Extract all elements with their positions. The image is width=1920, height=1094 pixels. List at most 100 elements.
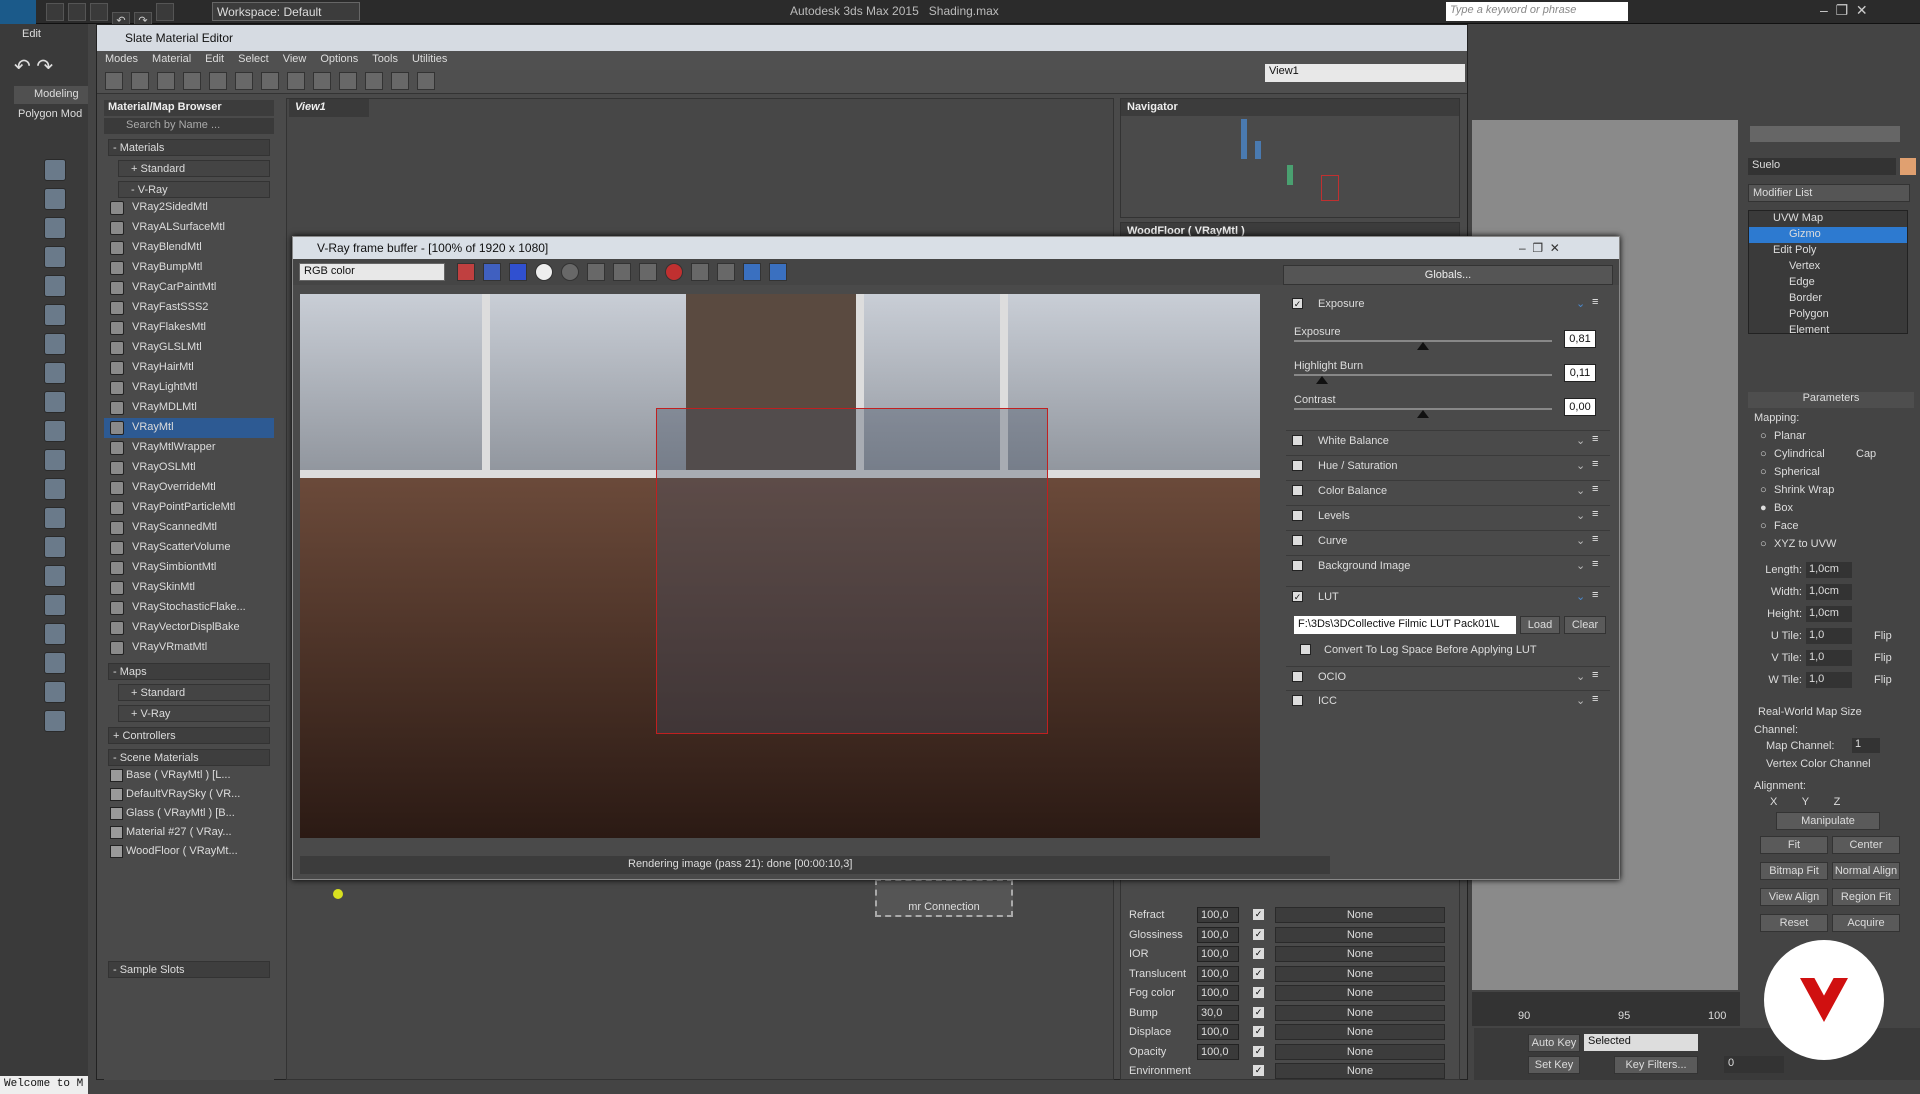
axis-z[interactable]: Z xyxy=(1834,796,1841,808)
command-tabs[interactable] xyxy=(1750,126,1900,142)
exposure-row[interactable]: ✓ Exposure ⌄ ≡ xyxy=(1286,294,1610,316)
maps-standard-group[interactable]: + Standard xyxy=(118,684,270,701)
camera-icon[interactable] xyxy=(44,333,66,355)
lut-clear-button[interactable]: Clear xyxy=(1564,616,1606,634)
icc-checkbox[interactable] xyxy=(1292,695,1303,706)
param-checkbox[interactable]: ✓ xyxy=(1253,1045,1264,1057)
cap-label[interactable]: Cap xyxy=(1856,448,1876,460)
highlight-burn-slider[interactable] xyxy=(1294,374,1552,376)
correction-checkbox[interactable] xyxy=(1292,535,1303,546)
menu-icon[interactable]: ≡ xyxy=(1592,558,1598,570)
teapot-icon[interactable] xyxy=(44,159,66,181)
material-list-item[interactable]: VRayMtlWrapper xyxy=(104,438,274,458)
project-icon[interactable] xyxy=(156,3,174,21)
maps-vray-group[interactable]: + V-Ray xyxy=(118,705,270,722)
material-list-item[interactable]: VRayBlendMtl xyxy=(104,238,274,258)
map-slot-button[interactable]: None xyxy=(1275,946,1445,962)
mapping-radio[interactable]: ○ Cylindrical xyxy=(1760,448,1910,466)
scene-material-item[interactable]: Material #27 ( VRay... xyxy=(104,823,274,842)
expand-icon[interactable]: ⌄ xyxy=(1576,670,1585,683)
undo-big-icon[interactable]: ↶ ↷ xyxy=(14,54,53,79)
maps-group[interactable]: - Maps xyxy=(108,663,270,680)
expand-icon[interactable]: ⌄ xyxy=(1576,484,1585,497)
rendered-image[interactable] xyxy=(300,294,1260,838)
param-value[interactable]: 100,0 xyxy=(1197,946,1239,962)
material-list-item[interactable]: VRayLightMtl xyxy=(104,378,274,398)
dimension-input[interactable]: 1,0cm xyxy=(1806,562,1852,578)
lut-row[interactable]: ✓ LUT ⌄ ≡ xyxy=(1286,586,1610,608)
menu-icon[interactable]: ≡ xyxy=(1592,296,1598,308)
align-button[interactable]: Region Fit xyxy=(1832,888,1900,906)
dimension-input[interactable]: 1,0 xyxy=(1806,628,1852,644)
map-channel-radio[interactable]: Map Channel: xyxy=(1766,740,1835,752)
align-button[interactable]: Center xyxy=(1832,836,1900,854)
realworld-checkbox[interactable]: Real-World Map Size xyxy=(1758,706,1862,718)
stop-render-icon[interactable] xyxy=(665,263,683,281)
set-key-button[interactable]: Set Key xyxy=(1528,1056,1580,1074)
expand-icon[interactable]: ⌄ xyxy=(1576,534,1585,547)
vertex-color-radio[interactable]: Vertex Color Channel xyxy=(1766,758,1871,770)
menu-modes[interactable]: Modes xyxy=(105,53,138,65)
mr-connection-node[interactable]: mr Connection xyxy=(875,879,1013,917)
scene-material-item[interactable]: Base ( VRayMtl ) [L... xyxy=(104,766,274,785)
param-checkbox[interactable]: ✓ xyxy=(1253,1006,1264,1018)
menu-icon[interactable]: ≡ xyxy=(1592,483,1598,495)
node-socket[interactable] xyxy=(333,889,343,899)
save-icon[interactable] xyxy=(90,3,108,21)
red-channel-icon[interactable] xyxy=(457,263,475,281)
icc-row[interactable]: ICC ⌄ ≡ xyxy=(1286,690,1610,712)
correction-checkbox[interactable] xyxy=(1292,460,1303,471)
map-slot-button[interactable]: None xyxy=(1275,1024,1445,1040)
axis-x[interactable]: X xyxy=(1770,796,1777,808)
material-list-item[interactable]: VRayStochasticFlake... xyxy=(104,598,274,618)
particle-icon[interactable] xyxy=(44,565,66,587)
sample-slots-group[interactable]: - Sample Slots xyxy=(108,961,270,978)
edit-label[interactable]: Edit xyxy=(22,28,41,40)
vray-group[interactable]: - V-Ray xyxy=(118,181,270,198)
helper-icon[interactable] xyxy=(44,304,66,326)
param-checkbox[interactable]: ✓ xyxy=(1253,948,1264,959)
parameters-rollout[interactable]: Parameters xyxy=(1748,392,1914,408)
scene-material-item[interactable]: DefaultVRaySky ( VR... xyxy=(104,785,274,804)
view1-tab[interactable]: View1 xyxy=(289,99,369,117)
param-checkbox[interactable]: ✓ xyxy=(1253,987,1264,998)
load-image-icon[interactable] xyxy=(613,263,631,281)
param-value[interactable]: 100,0 xyxy=(1197,907,1239,923)
scene-material-item[interactable]: WoodFloor ( VRayMt... xyxy=(104,842,274,861)
render-icon[interactable] xyxy=(743,263,761,281)
modifier-stack-item[interactable]: Vertex xyxy=(1749,259,1907,275)
align-button[interactable]: Reset xyxy=(1760,914,1828,932)
save-image-icon[interactable] xyxy=(587,263,605,281)
menu-icon[interactable]: ≡ xyxy=(1592,433,1598,445)
vfb-window-controls[interactable]: – ❐ ✕ xyxy=(1519,241,1560,255)
log-space-checkbox[interactable] xyxy=(1300,644,1311,655)
channel-dropdown[interactable]: RGB color xyxy=(299,263,445,281)
collapse-icon[interactable]: ⌄ xyxy=(1576,297,1585,310)
material-list-item[interactable]: VRay2SidedMtl xyxy=(104,198,274,218)
material-list-item[interactable]: VRayCarPaintMtl xyxy=(104,278,274,298)
max-logo-icon[interactable] xyxy=(0,0,36,24)
highlight-burn-value[interactable]: 0,11 xyxy=(1564,364,1596,382)
materials-group[interactable]: - Materials xyxy=(108,139,270,156)
param-value[interactable]: 30,0 xyxy=(1197,1004,1239,1021)
dimension-input[interactable]: 1,0cm xyxy=(1806,584,1852,600)
browser-icon[interactable] xyxy=(417,72,435,90)
param-value[interactable]: 100,0 xyxy=(1197,1043,1239,1060)
standard-group[interactable]: + Standard xyxy=(118,160,270,177)
menu-view[interactable]: View xyxy=(283,53,307,65)
exposure-slider-handle[interactable] xyxy=(1417,342,1429,350)
lut-load-button[interactable]: Load xyxy=(1520,616,1560,634)
plant-icon[interactable] xyxy=(44,681,66,703)
lay-out-children-icon[interactable] xyxy=(339,72,357,90)
blue-channel-icon[interactable] xyxy=(509,263,527,281)
material-list-item[interactable]: VRayVectorDisplBake xyxy=(104,618,274,638)
flip-checkbox[interactable]: Flip xyxy=(1874,674,1892,686)
menu-icon[interactable]: ≡ xyxy=(1592,669,1598,681)
material-list-item[interactable]: VRaySimbiontMtl xyxy=(104,558,274,578)
grid-icon[interactable] xyxy=(44,217,66,239)
scene-materials-group[interactable]: - Scene Materials xyxy=(108,749,270,766)
param-value[interactable]: 100,0 xyxy=(1197,965,1239,982)
param-checkbox[interactable]: ✓ xyxy=(1253,928,1264,940)
map-slot-button[interactable]: None xyxy=(1275,965,1445,982)
material-list-item[interactable]: VRayFastSSS2 xyxy=(104,298,274,318)
